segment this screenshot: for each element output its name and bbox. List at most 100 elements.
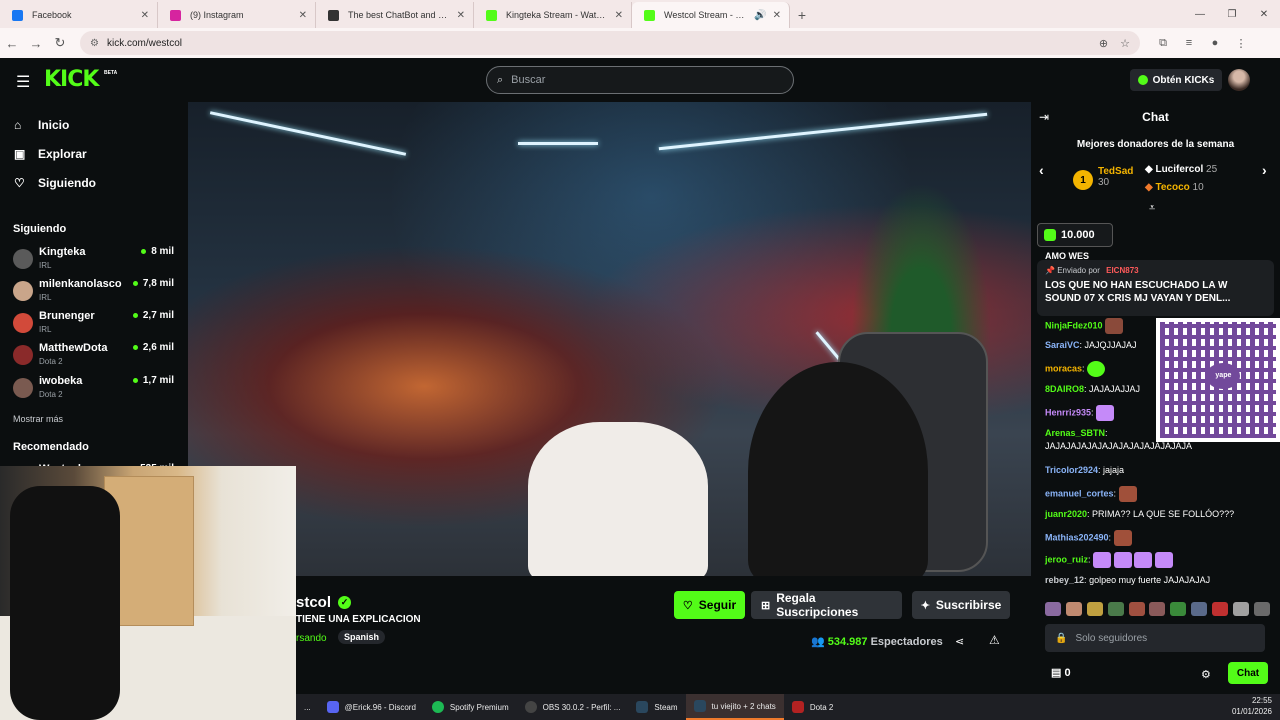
pinned-message[interactable]: 📌 Enviado por EICN873 LOS QUE NO HAN ESC… [1037, 260, 1274, 316]
close-window-icon[interactable]: ✕ [1248, 0, 1280, 28]
chat-username[interactable]: Tricolor2924 [1045, 465, 1098, 475]
chat-username[interactable]: Henrriz935 [1045, 407, 1091, 417]
video-player[interactable] [188, 102, 1031, 576]
address-bar[interactable]: ⚙ kick.com/westcol ⊕ ☆ [80, 31, 1140, 55]
gift-subs-button[interactable]: ⊞ Regala Suscripciones [751, 591, 902, 619]
emote-button[interactable] [1253, 602, 1270, 616]
forward-icon[interactable]: → [24, 31, 48, 55]
zoom-icon[interactable]: ⊕ [1099, 37, 1108, 50]
maximize-icon[interactable]: ❐ [1216, 0, 1248, 28]
close-icon[interactable]: ✕ [299, 10, 307, 21]
chat-username[interactable]: Mathias202490 [1045, 532, 1109, 542]
minimize-icon[interactable]: — [1184, 0, 1216, 28]
close-icon[interactable]: ✕ [773, 10, 781, 21]
chat-panel: ⇥ Chat Mejores donadores de la semana ‹ … [1031, 102, 1280, 694]
taskbar-item[interactable]: Steam [628, 694, 685, 720]
chat-username[interactable]: SaraiVC [1045, 340, 1080, 350]
emote-button[interactable] [1086, 602, 1103, 616]
followed-channel[interactable]: iwobeka Dota 2 1,7 mil [13, 374, 178, 402]
viewer-count: 7,8 mil [133, 278, 174, 289]
followed-channel[interactable]: Brunenger IRL 2,7 mil [13, 309, 178, 337]
profile-icon[interactable]: ● [1202, 37, 1228, 50]
diamond-icon: ◆ [1145, 164, 1156, 175]
taskbar-item[interactable]: @Erick.96 - Discord [319, 694, 424, 720]
close-icon[interactable]: ✕ [615, 10, 623, 21]
kicks-store[interactable]: ▤ 0 [1051, 666, 1071, 679]
emote-button[interactable] [1065, 602, 1082, 616]
sidebar-nav-explore[interactable]: ▣ Explorar [14, 147, 87, 161]
emote-button[interactable] [1191, 602, 1208, 616]
streamer-name[interactable]: stcol [296, 594, 331, 611]
filter-icon[interactable]: ⩡ [1149, 202, 1155, 215]
chat-username[interactable]: rebey_12 [1045, 575, 1084, 585]
reload-icon[interactable]: ↻ [48, 31, 72, 55]
show-more-link[interactable]: Mostrar más [13, 414, 63, 424]
extensions-icon[interactable]: ⧉ [1150, 37, 1176, 50]
pin-icon: 📌 [1045, 266, 1058, 275]
donor-name: Lucifercol [1155, 164, 1204, 175]
gear-icon[interactable]: ⚙ [1201, 668, 1211, 681]
report-icon[interactable]: ⚠ [989, 633, 1000, 647]
emote-button[interactable] [1045, 602, 1061, 616]
taskbar-item[interactable]: Dota 2 [784, 694, 842, 720]
chat-username[interactable]: jeroo_ruiz [1045, 554, 1088, 564]
language-tag[interactable]: Spanish [338, 630, 386, 644]
sidebar-nav-home[interactable]: ⌂ Inicio [14, 118, 69, 132]
browser-tab[interactable]: The best ChatBot and Widgets ✕ [316, 2, 474, 28]
followed-channel[interactable]: MatthewDota Dota 2 2,6 mil [13, 341, 178, 369]
new-tab-button[interactable]: + [790, 2, 814, 28]
chat-username[interactable]: emanuel_cortes [1045, 488, 1114, 498]
emote-button[interactable] [1233, 602, 1250, 616]
emote [1154, 552, 1173, 568]
taskbar-item-active[interactable]: tu viejito + 2 chats [685, 694, 784, 720]
emote-button[interactable] [1128, 602, 1145, 616]
search-icon: ⌕ [497, 73, 504, 86]
subscribe-button[interactable]: ✦ Suscribirse [912, 591, 1010, 619]
get-kicks-button[interactable]: Obtén KICKs [1130, 69, 1222, 91]
chat-input[interactable]: 🔒 Solo seguidores [1045, 624, 1265, 652]
taskbar-item[interactable]: OBS 30.0.2 - Perfil: ... [517, 694, 629, 720]
browser-tab-active[interactable]: Westcol Stream - Watch Liv 🔊 ✕ [632, 2, 790, 28]
chevron-right-icon[interactable]: › [1262, 162, 1267, 178]
followed-channel[interactable]: milenkanolasco IRL 7,8 mil [13, 277, 178, 305]
channel-category: Dota 2 [39, 390, 63, 399]
chat-username[interactable]: Arenas_SBTN [1045, 428, 1105, 438]
browser-tab[interactable]: Facebook ✕ [0, 2, 158, 28]
share-icon[interactable]: ⋖ [955, 635, 964, 648]
kick-logo[interactable]: KICK [44, 67, 99, 92]
following-heading: Siguiendo [13, 223, 67, 235]
emote-button[interactable] [1170, 602, 1187, 616]
follow-label: Seguir [698, 598, 737, 612]
emote-button[interactable] [1149, 602, 1166, 616]
followed-channel[interactable]: Kingteka IRL 8 mil [13, 245, 178, 273]
sidebar-nav-following[interactable]: ♡ Siguiendo [14, 176, 96, 190]
follow-button[interactable]: ♡ Seguir [674, 591, 745, 619]
stream-category[interactable]: rsando [296, 633, 327, 644]
user-avatar[interactable] [1228, 69, 1250, 91]
chat-username[interactable]: moracas [1045, 363, 1082, 373]
donor-amount: 25 [1206, 164, 1218, 175]
browser-tab[interactable]: (9) Instagram ✕ [158, 2, 316, 28]
search-input[interactable]: ⌕ Buscar [486, 66, 794, 94]
chat-username[interactable]: NinjaFdez010 [1045, 320, 1103, 330]
speaker-icon[interactable]: 🔊 [754, 10, 766, 21]
system-clock[interactable]: 22:55 01/01/2026 [1232, 695, 1272, 717]
chevron-left-icon[interactable]: ‹ [1039, 162, 1044, 178]
emote-button[interactable] [1107, 602, 1124, 616]
site-info-icon[interactable]: ⚙ [90, 38, 99, 49]
close-icon[interactable]: ✕ [457, 10, 465, 21]
media-icon[interactable]: ≡ [1176, 37, 1202, 50]
taskbar-item[interactable]: Spotify Premium [424, 694, 517, 720]
neon-light [658, 112, 988, 151]
browser-tab[interactable]: Kingteka Stream - Watch Live o ✕ [474, 2, 632, 28]
bookmark-star-icon[interactable]: ☆ [1120, 37, 1130, 50]
chat-username[interactable]: 8DAIRO8 [1045, 384, 1084, 394]
chat-username[interactable]: juanr2020 [1045, 509, 1087, 519]
hamburger-menu-icon[interactable]: ☰ [16, 72, 30, 92]
emote-button[interactable] [1212, 602, 1229, 616]
menu-icon[interactable]: ⋮ [1228, 37, 1254, 50]
close-icon[interactable]: ✕ [141, 10, 149, 21]
send-chat-button[interactable]: Chat [1228, 662, 1268, 684]
back-icon[interactable]: ← [0, 31, 24, 55]
taskbar-item[interactable]: ... [296, 694, 319, 720]
